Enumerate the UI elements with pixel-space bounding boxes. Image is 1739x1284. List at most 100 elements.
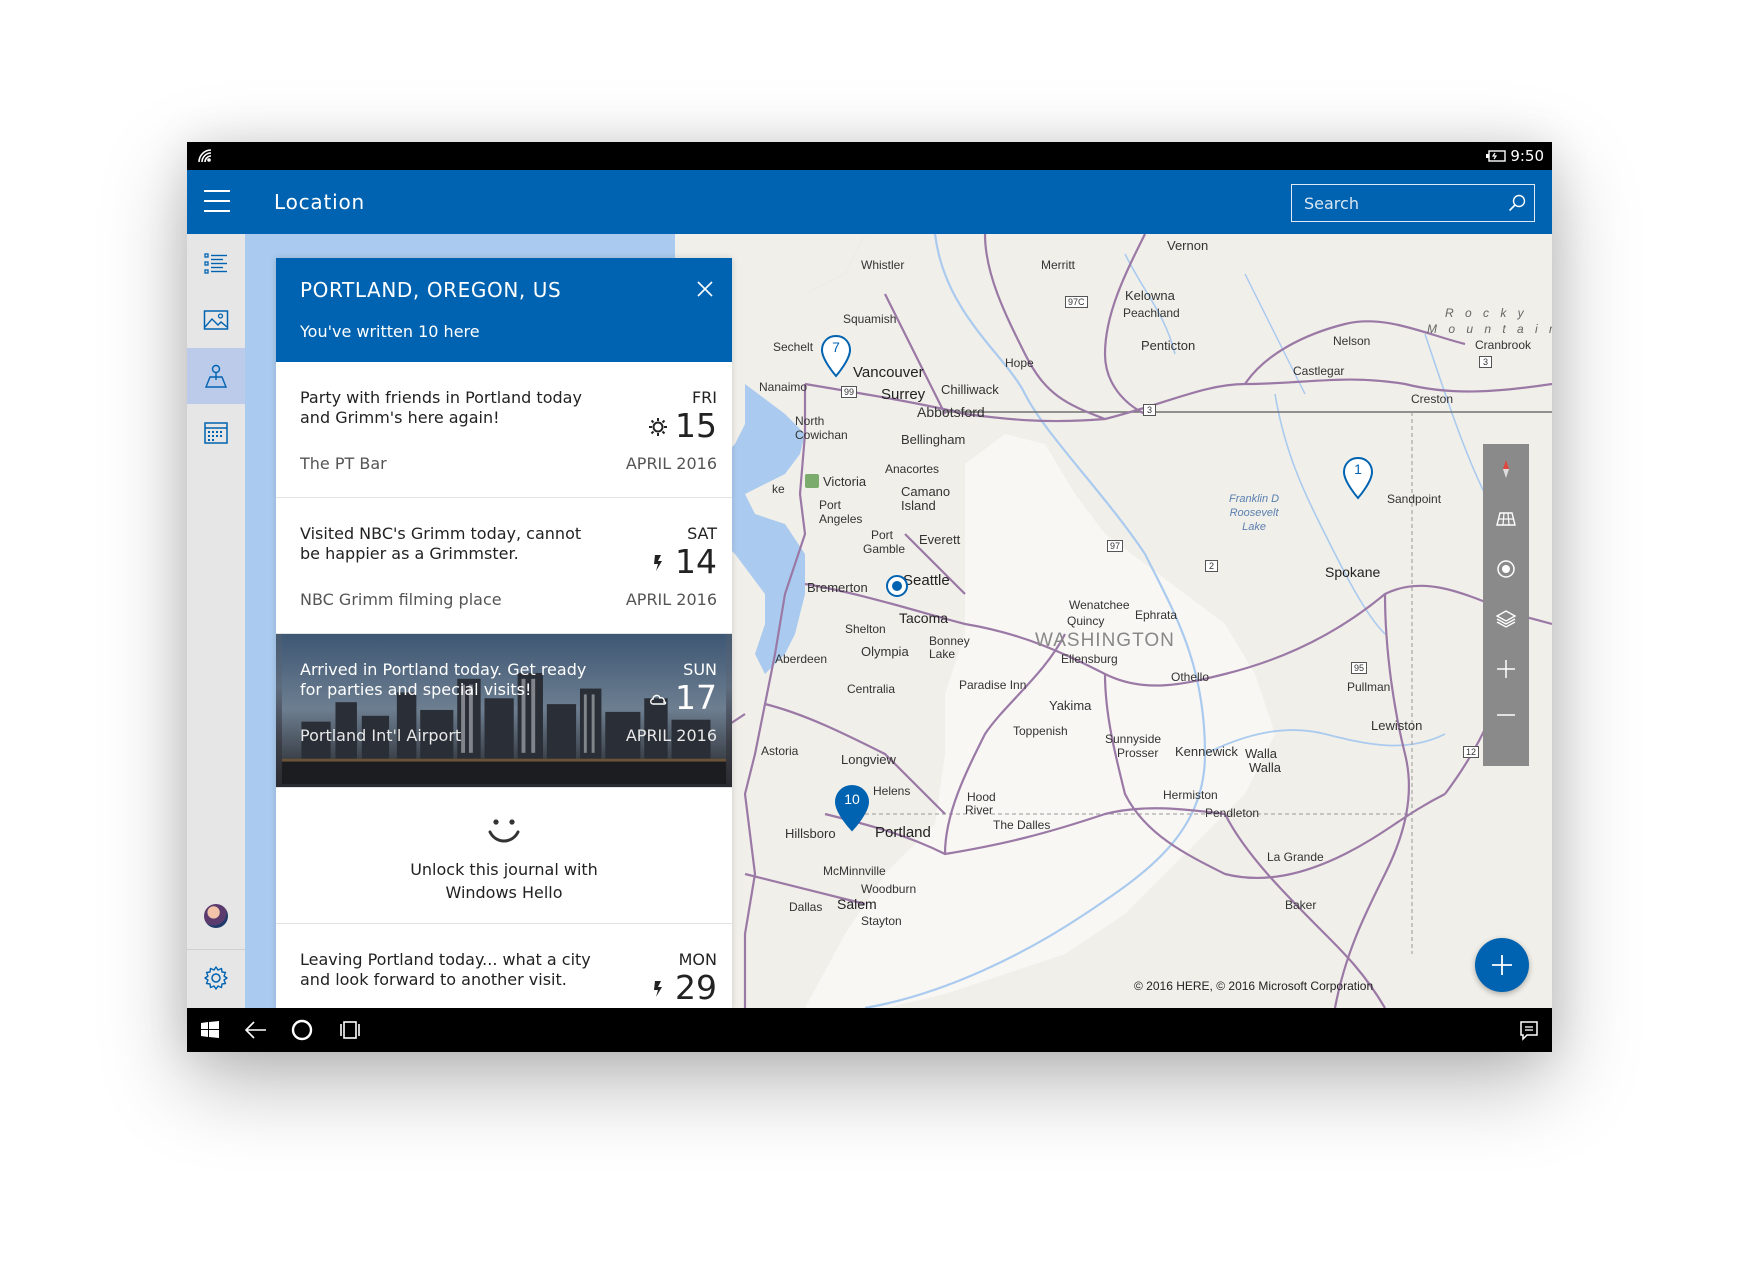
map-label: Bonney — [929, 634, 970, 648]
map-pin-sandpoint[interactable]: 1 — [1341, 456, 1375, 500]
cloud-icon — [650, 694, 667, 705]
map-label: Nanaimo — [759, 380, 808, 394]
entry-text: Leaving Portland today... what a city an… — [300, 950, 591, 989]
route-shield: 95 — [1351, 662, 1368, 674]
map-label: Woodburn — [861, 882, 917, 896]
locate-me-button[interactable] — [1483, 544, 1529, 594]
nav-photos[interactable] — [187, 292, 245, 348]
map-pin-vancouver[interactable]: 7 — [819, 334, 853, 378]
map-label: Victoria — [823, 474, 867, 489]
map-label: Walla — [1245, 746, 1278, 761]
route-shield: 99 — [841, 386, 858, 398]
map-label: Othello — [1171, 670, 1210, 684]
map-label: Toppenish — [1013, 724, 1068, 738]
sun-icon — [649, 418, 667, 436]
nav-list-view[interactable] — [187, 236, 245, 292]
nav-location[interactable] — [187, 348, 245, 404]
hamburger-menu-icon[interactable] — [204, 190, 230, 212]
map-controls — [1483, 444, 1529, 766]
back-arrow-icon — [244, 1021, 266, 1039]
calendar-icon — [204, 422, 228, 444]
map-label: Island — [901, 498, 936, 513]
map-label: Sandpoint — [1387, 492, 1442, 506]
clock: 9:50 — [1510, 147, 1544, 165]
journal-entry[interactable]: Party with friends in Portland today and… — [276, 362, 732, 498]
action-center-button[interactable] — [1506, 1008, 1552, 1052]
map-label: Kelowna — [1125, 288, 1175, 303]
map-pin-portland[interactable]: 10 — [833, 784, 871, 832]
map-label: Lewiston — [1371, 718, 1423, 733]
entry-day: SAT — [687, 524, 717, 543]
journal-entry[interactable]: Leaving Portland today... what a city an… — [276, 924, 732, 1010]
map-label: Paradise Inn — [959, 678, 1027, 692]
zoom-out-button[interactable] — [1483, 690, 1529, 740]
route-shield: 3 — [1479, 356, 1493, 368]
map-label: Vernon — [1167, 238, 1209, 253]
map-label: Bellingham — [901, 432, 966, 447]
map-label: Cranbrook — [1475, 338, 1532, 352]
windows-hello-unlock[interactable]: Unlock this journal with Windows Hello — [276, 788, 732, 924]
status-bar: 9:50 — [187, 142, 1552, 170]
left-nav-rail — [187, 234, 245, 1008]
search-input[interactable] — [1292, 185, 1502, 221]
gear-icon — [204, 966, 228, 990]
map-label: Wenatchee — [1069, 598, 1130, 612]
map-label: Pendleton — [1205, 806, 1260, 820]
journal-entry-photo[interactable]: Arrived in Portland today. Get ready for… — [276, 634, 732, 788]
map-label: Castlegar — [1293, 364, 1345, 378]
compass-button[interactable] — [1483, 444, 1529, 494]
map-label: Ellensburg — [1061, 652, 1118, 666]
map-label: Yakima — [1049, 698, 1092, 713]
map-label: Seattle — [903, 572, 950, 589]
journal-entry[interactable]: Visited NBC's Grimm today, cannot be hap… — [276, 498, 732, 634]
map-label: R o c k y — [1445, 306, 1528, 320]
map-label: McMinnville — [823, 864, 886, 878]
map-label: Penticton — [1141, 338, 1196, 353]
map-label: Nelson — [1333, 334, 1371, 348]
hello-text: Unlock this journal with Windows Hello — [410, 860, 598, 902]
close-icon[interactable] — [696, 280, 714, 298]
map-label: Bremerton — [807, 580, 868, 595]
location-title: PORTLAND, OREGON, US — [300, 278, 562, 302]
entry-day: FRI — [691, 388, 717, 407]
map-label: River — [965, 803, 994, 817]
map-copyright: © 2016 HERE, © 2016 Microsoft Corporatio… — [1134, 979, 1374, 993]
entry-place: Portland Int'l Airport — [300, 726, 462, 745]
entry-day: MON — [678, 950, 717, 969]
map-label: Anacortes — [885, 462, 940, 476]
search-icon[interactable] — [1508, 194, 1526, 212]
nav-calendar[interactable] — [187, 404, 245, 460]
map-label: Cowichan — [795, 428, 848, 442]
list-icon — [204, 253, 227, 274]
map-label: Pullman — [1347, 680, 1391, 694]
app-header: Location — [187, 170, 1552, 234]
entry-day: SUN — [683, 660, 717, 679]
entry-date: 17 — [675, 678, 717, 717]
back-button[interactable] — [233, 1008, 279, 1052]
map-label: Sunnyside — [1105, 732, 1162, 746]
zoom-in-button[interactable] — [1483, 644, 1529, 694]
map-label: Dallas — [789, 900, 823, 914]
map-label: Stayton — [861, 914, 902, 928]
search-box[interactable] — [1291, 184, 1535, 222]
map-label: Aberdeen — [775, 652, 828, 666]
map-label: Everett — [919, 532, 961, 547]
map-label: Peachland — [1123, 306, 1180, 320]
map-label: Centralia — [847, 682, 896, 696]
route-shield: 3 — [1143, 404, 1157, 416]
taskbar — [187, 1008, 1552, 1052]
tilt-button[interactable] — [1483, 494, 1529, 544]
current-location-icon[interactable] — [885, 574, 909, 598]
cortana-button[interactable] — [279, 1008, 325, 1052]
user-avatar-button[interactable] — [187, 888, 245, 944]
nav-settings[interactable] — [187, 950, 245, 1006]
layers-button[interactable] — [1483, 594, 1529, 644]
task-view-button[interactable] — [327, 1008, 373, 1052]
park-icon — [805, 474, 819, 488]
map-label-water: Franklin D Roosevelt Lake — [1229, 493, 1280, 533]
map-label: La Grande — [1267, 850, 1324, 864]
start-button[interactable] — [187, 1008, 233, 1052]
entry-text: Visited NBC's Grimm today, cannot be hap… — [300, 524, 582, 563]
map-label: ke — [772, 482, 785, 496]
add-entry-button[interactable] — [1475, 938, 1529, 992]
